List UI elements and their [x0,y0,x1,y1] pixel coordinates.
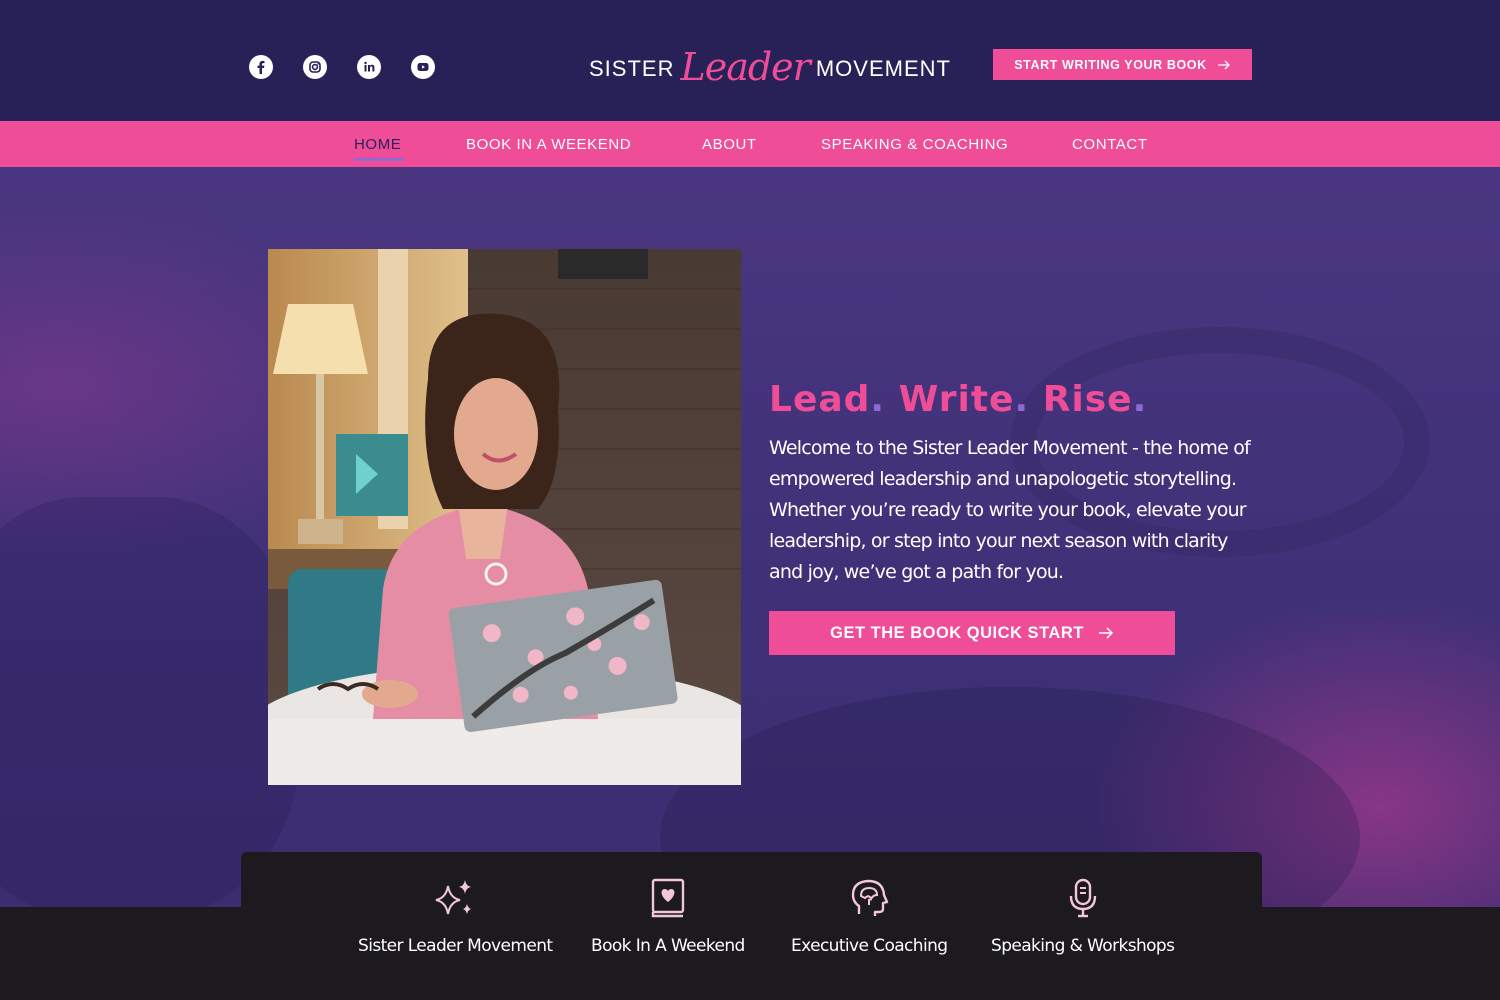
nav-book-in-a-weekend[interactable]: BOOK IN A WEEKEND [466,121,631,167]
hero-headline: Lead. Write. Rise. [769,379,1147,420]
headline-word-write: Write [898,379,1015,420]
site-header: SISTER Leader MOVEMENT START WRITING YOU… [0,0,1500,121]
book-heart-icon [650,878,686,918]
headline-dot: . [870,379,886,420]
head-mind-icon [849,878,889,918]
book-quick-start-label: GET THE BOOK QUICK START [830,623,1084,642]
logo-word-movement: MOVEMENT [815,56,951,81]
instagram-icon[interactable] [303,55,327,79]
feature-executive-coaching[interactable]: Executive Coaching [791,878,948,956]
arrow-right-icon [1217,60,1230,69]
feature-sister-leader-movement[interactable]: Sister Leader Movement [358,878,553,956]
linkedin-icon[interactable] [357,55,381,79]
arrow-right-icon [1098,627,1113,639]
headline-dot: . [1014,379,1030,420]
start-writing-label: START WRITING YOUR BOOK [1014,57,1207,72]
feature-book-in-a-weekend[interactable]: Book In A Weekend [591,878,745,956]
book-quick-start-button[interactable]: GET THE BOOK QUICK START [769,611,1175,655]
feature-label: Sister Leader Movement [358,936,553,956]
active-nav-indicator [354,158,404,161]
logo-script-leader: Leader [680,45,810,89]
feature-label: Book In A Weekend [591,936,745,956]
nav-contact[interactable]: CONTACT [1072,121,1148,167]
microphone-icon [1068,878,1098,918]
feature-label: Executive Coaching [791,936,948,956]
hero-photo [268,249,741,785]
sparkles-icon [434,878,476,918]
youtube-icon[interactable] [411,55,435,79]
social-links [249,55,435,79]
hero-intro-text: Welcome to the Sister Leader Movement - … [769,437,1251,583]
site-logo[interactable]: SISTER Leader MOVEMENT [589,36,951,86]
nav-speaking-coaching[interactable]: SPEAKING & COACHING [821,121,1008,167]
features-bar: Sister Leader Movement Book In A Weekend… [241,852,1262,1000]
logo-word-sister: SISTER [589,56,675,81]
start-writing-button[interactable]: START WRITING YOUR BOOK [993,49,1252,80]
nav-about[interactable]: ABOUT [702,121,757,167]
hero-section: Lead. Write. Rise. Welcome to the Sister… [0,167,1500,907]
facebook-icon[interactable] [249,55,273,79]
feature-label: Speaking & Workshops [991,936,1175,956]
headline-word-lead: Lead [769,379,871,420]
main-nav: HOME BOOK IN A WEEKEND ABOUT SPEAKING & … [0,121,1500,167]
background-decoration [0,497,300,907]
headline-word-rise: Rise [1042,379,1133,420]
headline-dot: . [1132,379,1148,420]
feature-speaking-workshops[interactable]: Speaking & Workshops [991,878,1175,956]
